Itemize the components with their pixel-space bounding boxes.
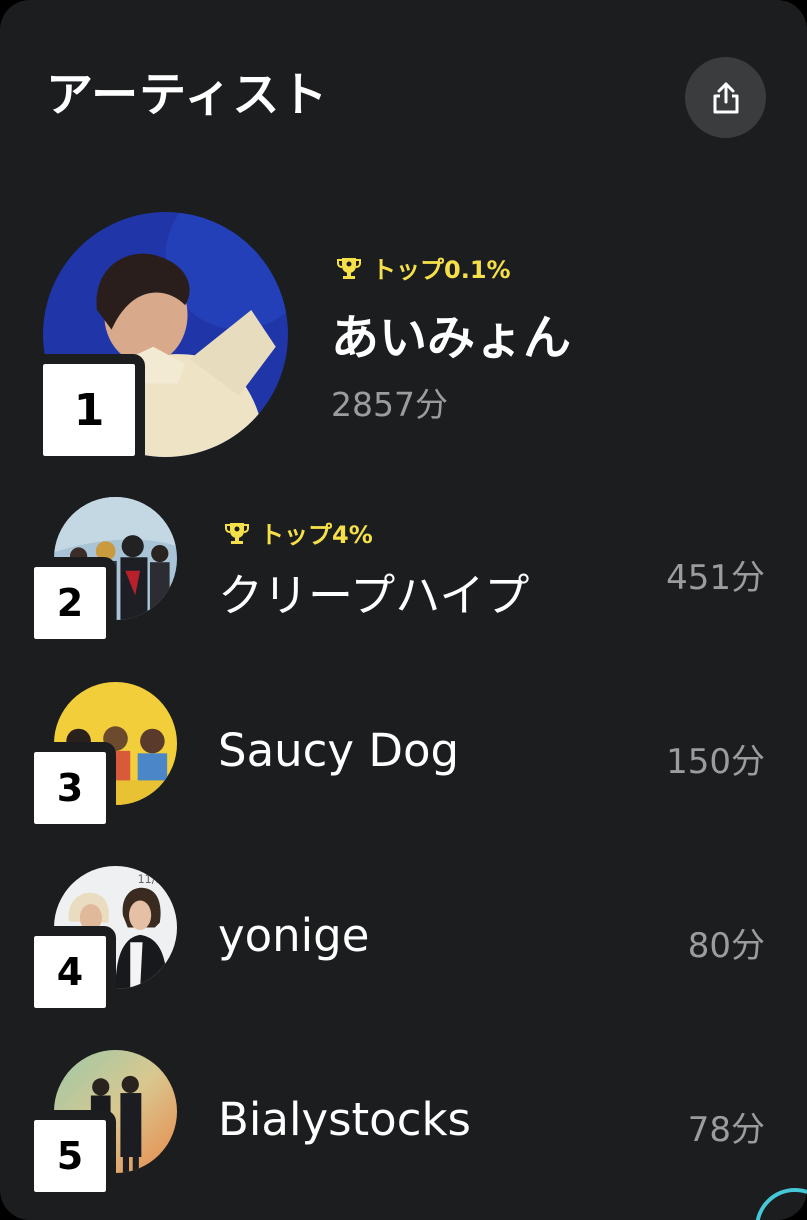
artist-name: Saucy Dog	[218, 724, 460, 777]
listening-minutes: 150分	[666, 742, 765, 782]
svg-text:11/11: 11/11	[138, 873, 170, 886]
top-percent-label: トップ0.1%	[372, 256, 511, 284]
rank-badge: 2	[24, 557, 116, 649]
trophy-icon	[337, 257, 361, 279]
listening-minutes: 78分	[687, 1110, 765, 1150]
rank-badge: 3	[24, 742, 116, 834]
rank-badge: 1	[33, 354, 145, 466]
listening-minutes: 2857分	[331, 385, 448, 424]
top-percent-label: トップ4%	[260, 521, 373, 549]
corner-decoration	[755, 1188, 807, 1220]
top-percent-badge: トップ4%	[224, 515, 373, 550]
artist-name: クリープハイプ	[218, 569, 530, 622]
page-title: アーティスト	[46, 68, 329, 123]
trophy-icon	[225, 522, 249, 544]
artist-name: yonige	[218, 909, 370, 962]
artist-name: Bialystocks	[218, 1093, 471, 1146]
share-icon	[713, 82, 738, 113]
top-percent-badge: トップ0.1%	[336, 250, 511, 285]
listening-minutes: 451分	[666, 558, 765, 598]
rank-badge: 5	[24, 1110, 116, 1202]
artist-name: あいみょん	[331, 310, 572, 366]
listening-minutes: 80分	[687, 926, 765, 966]
share-button[interactable]	[685, 57, 766, 138]
rank-badge: 4	[24, 926, 116, 1018]
artist-ranking-card: アーティスト 1 トップ0.1% あいみょん 2857分 2 トップ4% クリー…	[0, 0, 807, 1220]
